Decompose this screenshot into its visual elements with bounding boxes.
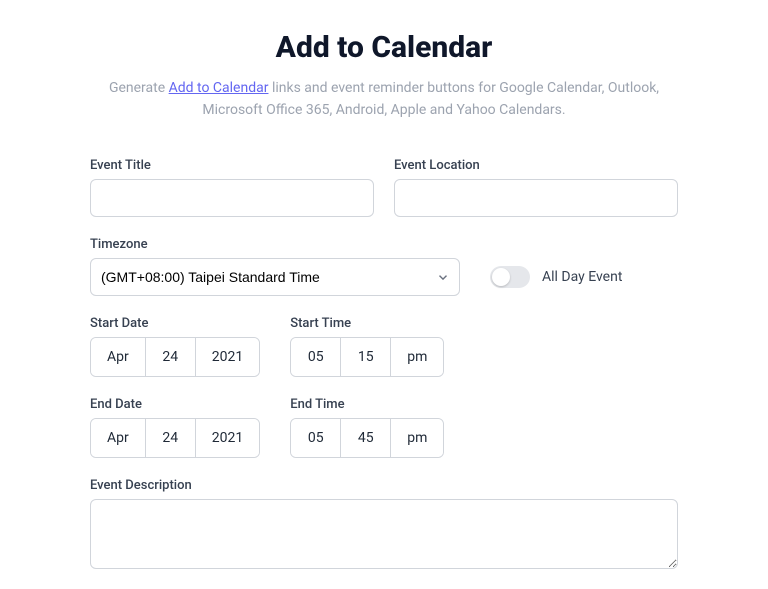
all-day-label: All Day Event	[542, 269, 622, 285]
event-location-field: Event Location	[394, 158, 678, 217]
start-time-hour[interactable]: 05	[291, 338, 341, 376]
event-title-input[interactable]	[90, 179, 374, 217]
end-date-year[interactable]: 2021	[196, 419, 259, 457]
timezone-label: Timezone	[90, 237, 460, 252]
event-title-label: Event Title	[90, 158, 374, 173]
event-form: Event Title Event Location Timezone (GMT…	[50, 158, 718, 569]
start-date-label: Start Date	[90, 316, 260, 331]
end-time-minute[interactable]: 45	[341, 419, 391, 457]
end-time-picker: 05 45 pm	[290, 418, 444, 458]
end-time-label: End Time	[290, 397, 444, 412]
start-time-minute[interactable]: 15	[341, 338, 391, 376]
all-day-group: All Day Event	[490, 258, 622, 296]
event-location-label: Event Location	[394, 158, 678, 173]
start-date-day[interactable]: 24	[146, 338, 196, 376]
add-to-calendar-link[interactable]: Add to Calendar	[169, 80, 269, 96]
end-time-ampm[interactable]: pm	[391, 419, 443, 457]
start-date-field: Start Date Apr 24 2021	[90, 316, 260, 377]
event-location-input[interactable]	[394, 179, 678, 217]
page-title: Add to Calendar	[50, 30, 718, 65]
description-field: Event Description	[90, 478, 678, 569]
timezone-select[interactable]: (GMT+08:00) Taipei Standard Time	[90, 258, 460, 296]
subtitle-pre: Generate	[109, 80, 169, 96]
timezone-field: Timezone (GMT+08:00) Taipei Standard Tim…	[90, 237, 460, 296]
subtitle-post: links and event reminder buttons for Goo…	[202, 80, 659, 118]
start-date-picker: Apr 24 2021	[90, 337, 260, 377]
end-date-label: End Date	[90, 397, 260, 412]
start-time-label: Start Time	[290, 316, 444, 331]
end-time-field: End Time 05 45 pm	[290, 397, 444, 458]
start-time-ampm[interactable]: pm	[391, 338, 443, 376]
end-time-hour[interactable]: 05	[291, 419, 341, 457]
start-date-month[interactable]: Apr	[91, 338, 146, 376]
start-time-picker: 05 15 pm	[290, 337, 444, 377]
start-time-field: Start Time 05 15 pm	[290, 316, 444, 377]
end-date-month[interactable]: Apr	[91, 419, 146, 457]
end-date-day[interactable]: 24	[146, 419, 196, 457]
description-label: Event Description	[90, 478, 678, 493]
event-title-field: Event Title	[90, 158, 374, 217]
all-day-toggle[interactable]	[490, 266, 530, 288]
end-date-picker: Apr 24 2021	[90, 418, 260, 458]
toggle-knob	[492, 268, 510, 286]
page-subtitle: Generate Add to Calendar links and event…	[84, 77, 684, 122]
description-input[interactable]	[90, 499, 678, 569]
start-date-year[interactable]: 2021	[196, 338, 259, 376]
end-date-field: End Date Apr 24 2021	[90, 397, 260, 458]
